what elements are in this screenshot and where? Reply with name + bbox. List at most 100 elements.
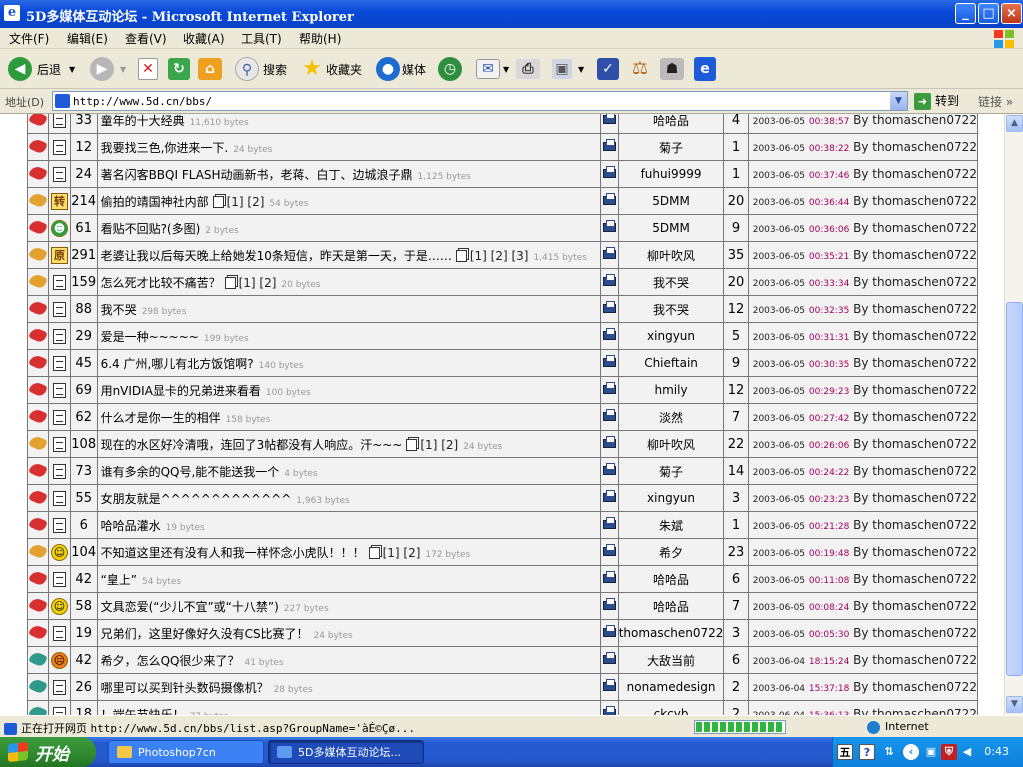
open-new-window-icon[interactable] [603, 652, 617, 664]
home-button[interactable]: ⌂ [198, 55, 222, 83]
minimize-button[interactable]: _ [955, 3, 976, 24]
page-links[interactable]: [1] [2] [420, 438, 458, 452]
open-new-window-icon[interactable] [603, 328, 617, 340]
topic-author-link[interactable]: 淡然 [617, 403, 725, 431]
topic-title-link[interactable]: 用nVIDIA显卡的兄弟进来看看 [101, 384, 261, 398]
topic-author-link[interactable]: 柳叶吹风 [617, 430, 725, 458]
media-button[interactable]: ● 媒体 [376, 55, 426, 83]
open-new-window-icon[interactable] [603, 139, 617, 151]
last-poster-link[interactable]: By thomaschen0722 [853, 707, 976, 715]
open-new-window-icon[interactable] [603, 436, 617, 448]
topic-author-link[interactable]: 哈哈品 [617, 592, 725, 620]
research-button[interactable]: ⚖ [628, 55, 652, 83]
last-poster-link[interactable]: By thomaschen0722 [853, 114, 976, 127]
topic-author-link[interactable]: 我不哭 [617, 295, 725, 323]
topic-author-link[interactable]: thomaschen0722 [617, 619, 725, 647]
topic-title-link[interactable]: 现在的水区好冷清哦，连回了3帖都没有人响应。汗~~~ [101, 438, 403, 452]
topic-author-link[interactable]: xingyun [617, 484, 725, 512]
menu-edit[interactable]: 编辑(E) [67, 30, 108, 47]
topic-author-link[interactable]: 我不哭 [617, 268, 725, 296]
last-poster-link[interactable]: By thomaschen0722 [853, 626, 976, 640]
topic-title-link[interactable]: 著名闪客BBQI FLASH动画新书，老蒋、白丁、边城浪子鼎 [101, 168, 413, 182]
topic-title-link[interactable]: 偷拍的靖国神社内部 [101, 195, 209, 209]
forward-button[interactable]: ▶ ▼ [90, 55, 126, 83]
last-poster-link[interactable]: By thomaschen0722 [853, 437, 976, 451]
topic-author-link[interactable]: 菊子 [617, 133, 725, 161]
open-new-window-icon[interactable] [603, 544, 617, 556]
last-poster-link[interactable]: By thomaschen0722 [853, 464, 976, 478]
open-new-window-icon[interactable] [603, 193, 617, 205]
favorites-button[interactable]: ★ 收藏夹 [300, 55, 362, 83]
topic-title-link[interactable]: 什么才是你一生的相伴 [101, 411, 221, 425]
menu-file[interactable]: 文件(F) [9, 30, 49, 47]
page-links[interactable]: [1] [2] [383, 546, 421, 560]
topic-author-link[interactable]: 哈哈品 [617, 565, 725, 593]
last-poster-link[interactable]: By thomaschen0722 [853, 221, 976, 235]
open-new-window-icon[interactable] [603, 463, 617, 475]
taskbar-item-ie[interactable]: 5D多媒体互动论坛... [268, 740, 424, 764]
history-button[interactable]: ◷ [438, 55, 462, 83]
open-new-window-icon[interactable] [603, 490, 617, 502]
open-new-window-icon[interactable] [603, 679, 617, 691]
speaker-icon[interactable]: ◀ [959, 744, 975, 760]
computer-icon[interactable]: ▣ [923, 744, 939, 760]
menu-view[interactable]: 查看(V) [125, 30, 167, 47]
page-links[interactable]: [1] [2] [227, 195, 265, 209]
edit-button[interactable]: ▣ ▼ [552, 55, 584, 83]
topic-title-link[interactable]: 不知道这里还有没有人和我一样怀念小虎队！！！ [101, 546, 365, 560]
ie-page-button[interactable]: e [694, 55, 716, 83]
links-button[interactable]: 链接 » [978, 93, 1013, 110]
back-button[interactable]: ◀ 后退 ▼ [8, 55, 75, 83]
topic-title-link[interactable]: 童年的十大经典 [101, 114, 185, 128]
open-new-window-icon[interactable] [603, 382, 617, 394]
last-poster-link[interactable]: By thomaschen0722 [853, 680, 976, 694]
open-new-window-icon[interactable] [603, 409, 617, 421]
stop-button[interactable]: ✕ [138, 55, 158, 83]
last-poster-link[interactable]: By thomaschen0722 [853, 545, 976, 559]
vertical-scrollbar[interactable]: ▲ ▼ [1004, 114, 1023, 715]
topic-title-link[interactable]: 我要找三色,你进来一下. [101, 141, 229, 155]
topic-author-link[interactable]: nonamedesign [617, 673, 725, 701]
topic-title-link[interactable]: 老婆让我以后每天晚上给她发10条短信，昨天是第一天，于是…… [101, 249, 452, 263]
topic-author-link[interactable]: 5DMM [617, 187, 725, 215]
tray-expand-icon[interactable]: ‹ [903, 744, 919, 760]
last-poster-link[interactable]: By thomaschen0722 [853, 167, 976, 181]
maximize-button[interactable]: □ [978, 3, 999, 24]
topic-author-link[interactable]: 朱斌 [617, 511, 725, 539]
open-new-window-icon[interactable] [603, 355, 617, 367]
topic-author-link[interactable]: 菊子 [617, 457, 725, 485]
topic-author-link[interactable]: 大敌当前 [617, 646, 725, 674]
topic-author-link[interactable]: xingyun [617, 322, 725, 350]
open-new-window-icon[interactable] [603, 517, 617, 529]
scroll-up-icon[interactable]: ▲ [1006, 115, 1023, 132]
close-button[interactable]: × [1001, 3, 1022, 24]
last-poster-link[interactable]: By thomaschen0722 [853, 194, 976, 208]
last-poster-link[interactable]: By thomaschen0722 [853, 653, 976, 667]
last-poster-link[interactable]: By thomaschen0722 [853, 302, 976, 316]
open-new-window-icon[interactable] [603, 166, 617, 178]
last-poster-link[interactable]: By thomaschen0722 [853, 140, 976, 154]
mail-button[interactable]: ✉ ▼ [476, 55, 509, 83]
topic-author-link[interactable]: 哈哈品 [617, 114, 725, 134]
topic-title-link[interactable]: 我不哭 [101, 303, 137, 317]
help-icon[interactable]: ? [859, 744, 875, 760]
last-poster-link[interactable]: By thomaschen0722 [853, 275, 976, 289]
topic-author-link[interactable]: fuhui9999 [617, 160, 725, 188]
topic-title-link[interactable]: 怎么死才比较不痛苦？ [101, 276, 221, 290]
scroll-down-icon[interactable]: ▼ [1006, 696, 1023, 713]
topic-title-link[interactable]: ！端午节快乐！ [101, 708, 185, 716]
last-poster-link[interactable]: By thomaschen0722 [853, 491, 976, 505]
topic-title-link[interactable]: 兄弟们，这里好像好久没有CS比赛了！ [101, 627, 309, 641]
scroll-thumb[interactable] [1006, 302, 1023, 676]
topic-author-link[interactable]: ckcyb [617, 700, 725, 715]
refresh-button[interactable]: ↻ [168, 55, 190, 83]
antivirus-icon[interactable]: ⛨ [941, 744, 957, 760]
topic-author-link[interactable]: Chieftain [617, 349, 725, 377]
last-poster-link[interactable]: By thomaschen0722 [853, 329, 976, 343]
page-links[interactable]: [1] [2] [239, 276, 277, 290]
messenger-button[interactable]: ☗ [660, 55, 684, 83]
topic-title-link[interactable]: 文具恋爱(“少儿不宜”或“十八禁”) [101, 600, 279, 614]
last-poster-link[interactable]: By thomaschen0722 [853, 410, 976, 424]
topic-author-link[interactable]: 5DMM [617, 214, 725, 242]
last-poster-link[interactable]: By thomaschen0722 [853, 248, 976, 262]
